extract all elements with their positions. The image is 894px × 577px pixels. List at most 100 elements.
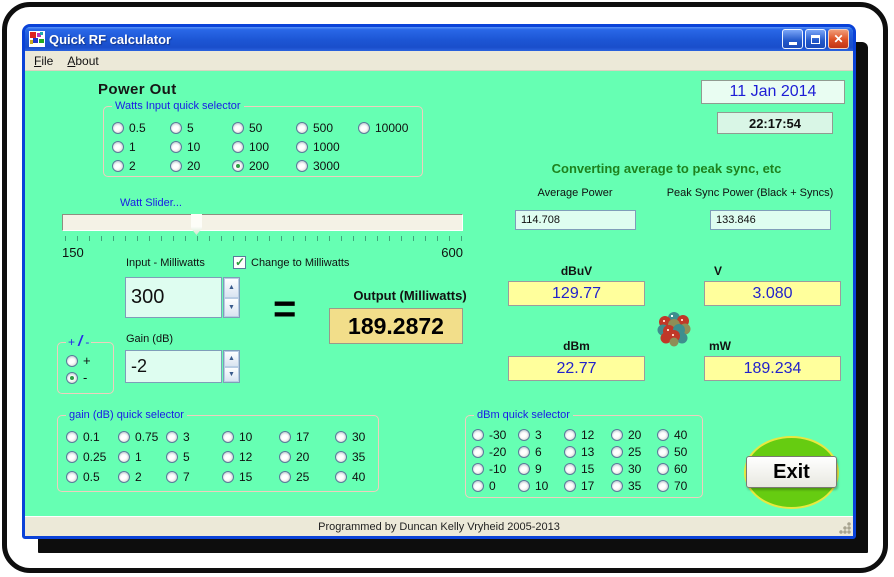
radio-option-2[interactable]: 2: [112, 156, 170, 175]
radio-option-13[interactable]: 13: [564, 443, 611, 460]
radio-option-3[interactable]: 3: [518, 426, 564, 443]
peak-sync-input[interactable]: [710, 210, 831, 230]
sign-plus-radio[interactable]: +: [66, 353, 91, 368]
menu-file[interactable]: File: [27, 52, 60, 70]
radio-option-70[interactable]: 70: [657, 477, 703, 494]
radio-option-25[interactable]: 25: [611, 443, 657, 460]
radio-option-0.75[interactable]: 0.75: [118, 427, 166, 447]
radio-option-0[interactable]: 0: [472, 477, 518, 494]
radio-option-9[interactable]: 9: [518, 460, 564, 477]
radio-option-10000[interactable]: 10000: [358, 118, 416, 137]
radio-option-0.1[interactable]: 0.1: [66, 427, 118, 447]
radio-option-1[interactable]: 1: [118, 447, 166, 467]
milliwatts-spinner: ▲ ▼: [223, 277, 240, 318]
radio-icon: [335, 451, 347, 463]
mw-value: 189.234: [704, 356, 841, 381]
watt-slider-thumb[interactable]: [191, 214, 202, 235]
radio-icon: [170, 122, 182, 134]
minimize-button[interactable]: [782, 29, 803, 49]
radio-option-label: 25: [296, 470, 309, 484]
equals-sign: =: [273, 289, 296, 329]
exit-button[interactable]: Exit: [746, 456, 837, 488]
mw-label: mW: [709, 339, 731, 353]
radio-option-15[interactable]: 15: [564, 460, 611, 477]
radio-option-100[interactable]: 100: [232, 137, 296, 156]
radio-option-label: 500: [313, 121, 333, 135]
radio-option-1[interactable]: 1: [112, 137, 170, 156]
radio-option-200[interactable]: 200: [232, 156, 296, 175]
radio-option--10[interactable]: -10: [472, 460, 518, 477]
radio-option-1000[interactable]: 1000: [296, 137, 358, 156]
gain-spin-up[interactable]: ▲: [224, 351, 239, 367]
gain-spin-down[interactable]: ▼: [224, 367, 239, 383]
radio-icon: [222, 471, 234, 483]
radio-option-12[interactable]: 12: [222, 447, 279, 467]
radio-option-15[interactable]: 15: [222, 467, 279, 487]
radio-option-35[interactable]: 35: [335, 447, 377, 467]
dbuv-value: 129.77: [508, 281, 645, 306]
client-area: Power Out 11 Jan 2014 22:17:54 Watts Inp…: [25, 71, 853, 516]
radio-option-20[interactable]: 20: [170, 156, 232, 175]
radio-icon: [518, 463, 530, 475]
watts-selector-label: Watts Input quick selector: [112, 99, 244, 113]
radio-option-6[interactable]: 6: [518, 443, 564, 460]
radio-icon: [611, 446, 623, 458]
radio-option-35[interactable]: 35: [611, 477, 657, 494]
radio-option-label: 1000: [313, 140, 340, 154]
radio-option-50[interactable]: 50: [232, 118, 296, 137]
maximize-button[interactable]: [805, 29, 826, 49]
radio-icon: [232, 160, 244, 172]
radio-option--20[interactable]: -20: [472, 443, 518, 460]
radio-option-label: 12: [239, 450, 252, 464]
radio-option--30[interactable]: -30: [472, 426, 518, 443]
radio-option-5[interactable]: 5: [166, 447, 222, 467]
change-to-milliwatts-label: Change to Milliwatts: [251, 257, 349, 269]
radio-option-0.25[interactable]: 0.25: [66, 447, 118, 467]
radio-option-0.5[interactable]: 0.5: [66, 467, 118, 487]
title-bar[interactable]: Quick RF calculator ✕: [25, 27, 853, 51]
average-power-input[interactable]: [515, 210, 636, 230]
resize-grip[interactable]: [838, 521, 851, 534]
radio-icon: [232, 122, 244, 134]
change-to-milliwatts-checkbox[interactable]: [233, 256, 246, 269]
radio-option-5[interactable]: 5: [170, 118, 232, 137]
radio-icon: [118, 471, 130, 483]
radio-option-25[interactable]: 25: [279, 467, 335, 487]
radio-icon: [657, 446, 669, 458]
radio-option-12[interactable]: 12: [564, 426, 611, 443]
radio-option-10[interactable]: 10: [222, 427, 279, 447]
radio-option-40[interactable]: 40: [657, 426, 703, 443]
radio-option-17[interactable]: 17: [564, 477, 611, 494]
radio-option-20[interactable]: 20: [611, 426, 657, 443]
radio-option-17[interactable]: 17: [279, 427, 335, 447]
milliwatts-spin-up[interactable]: ▲: [224, 278, 239, 298]
radio-option-10[interactable]: 10: [518, 477, 564, 494]
menu-about[interactable]: About: [60, 52, 105, 70]
sign-minus-radio[interactable]: -: [66, 370, 87, 385]
radio-option-0.5[interactable]: 0.5: [112, 118, 170, 137]
sign-group-label: + / -: [66, 335, 91, 350]
close-button[interactable]: ✕: [828, 29, 849, 49]
radio-option-3[interactable]: 3: [166, 427, 222, 447]
milliwatts-spin-down[interactable]: ▼: [224, 298, 239, 318]
radio-option-3000[interactable]: 3000: [296, 156, 358, 175]
radio-option-60[interactable]: 60: [657, 460, 703, 477]
radio-option-40[interactable]: 40: [335, 467, 377, 487]
radio-option-label: 0: [489, 479, 496, 493]
radio-option-2[interactable]: 2: [118, 467, 166, 487]
radio-option-20[interactable]: 20: [279, 447, 335, 467]
gain-selector-group: gain (dB) quick selector 0.10.250.50.751…: [57, 415, 379, 492]
radio-option-label: 0.25: [83, 450, 106, 464]
radio-option-30[interactable]: 30: [335, 427, 377, 447]
radio-option-50[interactable]: 50: [657, 443, 703, 460]
radio-option-label: 10: [239, 430, 252, 444]
slider-min-label: 150: [62, 245, 84, 260]
radio-option-7[interactable]: 7: [166, 467, 222, 487]
watt-slider-track[interactable]: [62, 214, 463, 231]
radio-option-500[interactable]: 500: [296, 118, 358, 137]
radio-option-10[interactable]: 10: [170, 137, 232, 156]
menu-bar: File About: [25, 51, 853, 71]
radio-option-30[interactable]: 30: [611, 460, 657, 477]
milliwatts-input[interactable]: [125, 277, 222, 318]
gain-input[interactable]: [125, 350, 222, 383]
